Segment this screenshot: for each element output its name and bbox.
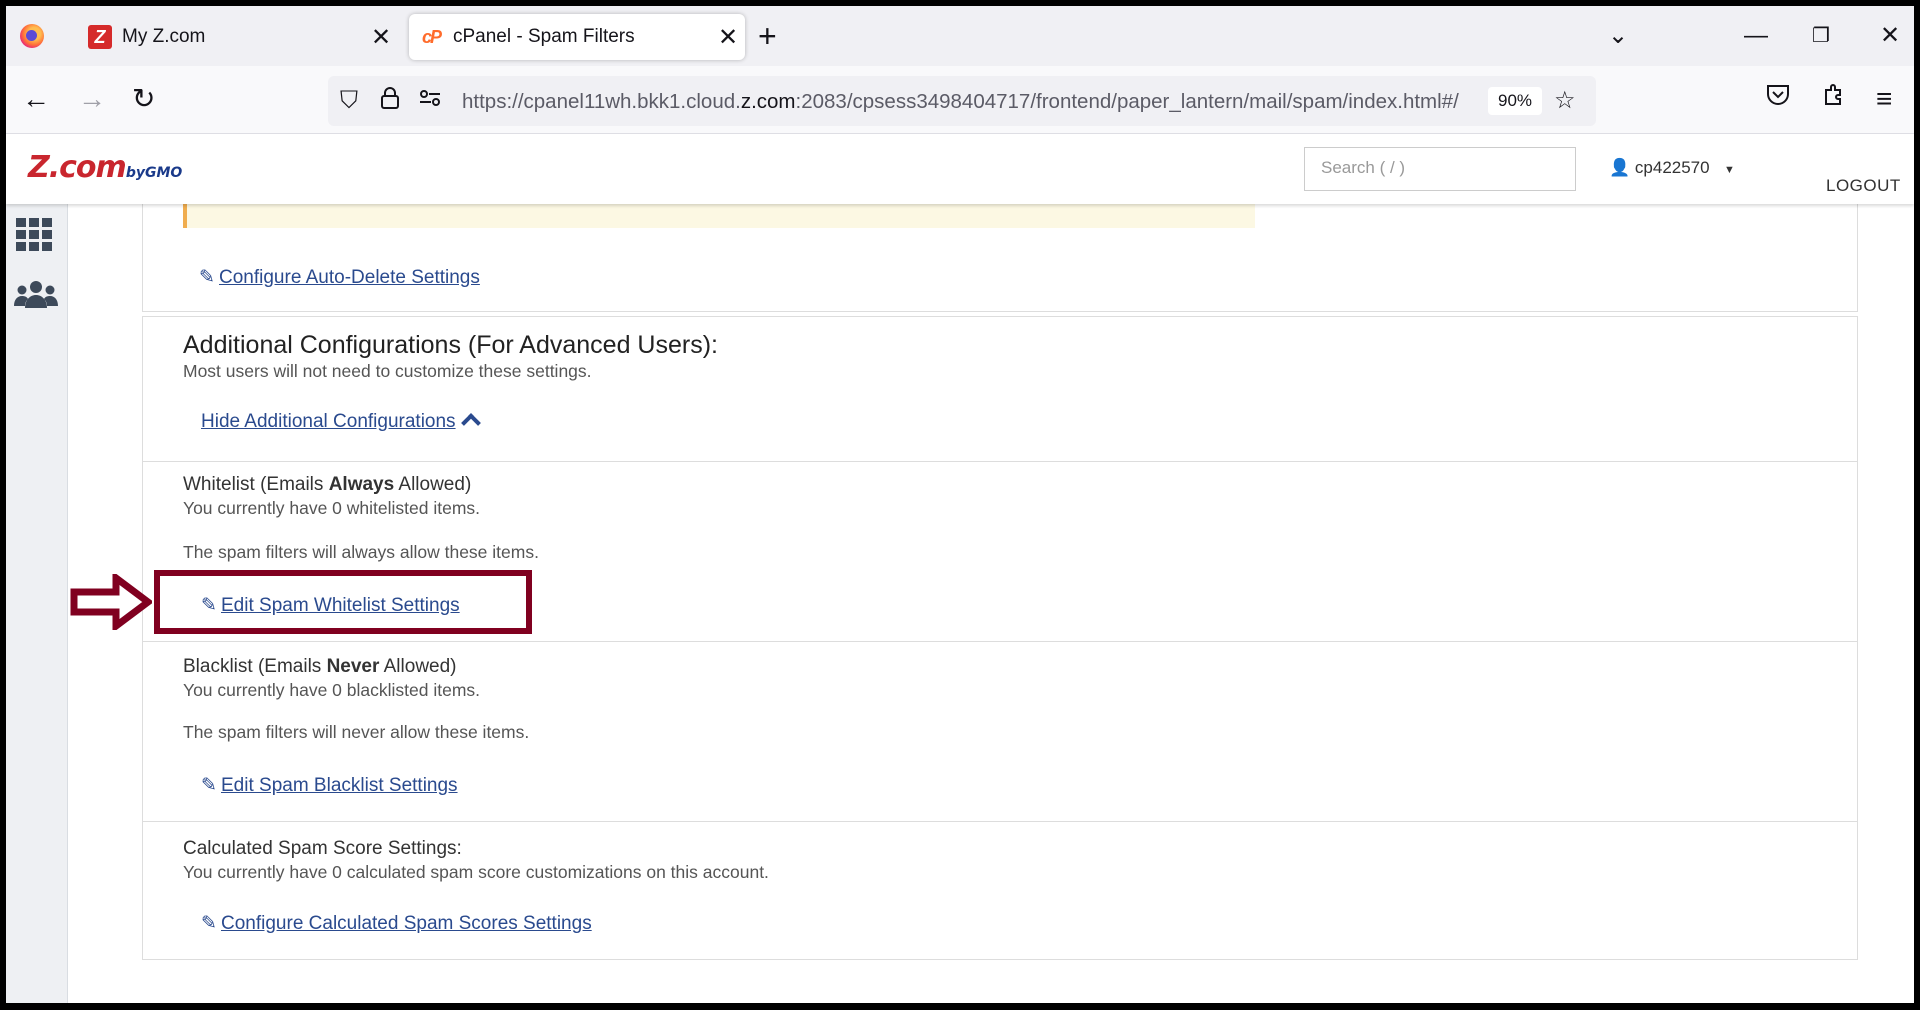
url-domain: z.com (740, 90, 796, 113)
blacklist-section: Blacklist (Emails Never Allowed) You cur… (143, 641, 1857, 821)
whitelist-title: Whitelist (Emails Always Allowed) (183, 474, 471, 496)
restore-icon[interactable]: ❐ (1812, 20, 1830, 52)
zoom-indicator[interactable]: 90% (1488, 87, 1542, 115)
extensions-icon[interactable] (1822, 82, 1846, 116)
additional-config-subtitle: Most users will not need to customize th… (183, 361, 592, 381)
browser-window: Z My Z.com ✕ cP cPanel - Spam Filters ✕ … (6, 6, 1914, 1003)
address-bar[interactable]: ⛉ https://cpanel11wh.bkk1.cloud.z.com:20… (328, 76, 1596, 126)
pocket-icon[interactable] (1766, 82, 1790, 116)
spam-score-section: Calculated Spam Score Settings: You curr… (143, 821, 1857, 961)
window-close-icon[interactable]: ✕ (1880, 20, 1900, 52)
configure-auto-delete-link[interactable]: ✎ Configure Auto-Delete Settings (199, 266, 480, 289)
menu-icon[interactable]: ≡ (1876, 82, 1892, 116)
close-icon[interactable]: ✕ (711, 23, 745, 52)
blacklist-count: You currently have 0 blacklisted items. (183, 680, 481, 700)
auto-delete-panel: ✎ Configure Auto-Delete Settings (142, 198, 1858, 312)
blacklist-title: Blacklist (Emails Never Allowed) (183, 656, 457, 678)
username: cp422570 (1634, 158, 1710, 177)
user-menu[interactable]: 👤 cp422570 (1609, 158, 1710, 178)
tab-bar: Z My Z.com ✕ cP cPanel - Spam Filters ✕ … (6, 6, 1914, 66)
back-icon[interactable]: ← (22, 82, 50, 116)
users-icon[interactable] (14, 278, 58, 310)
additional-config-panel: Additional Configurations (For Advanced … (142, 316, 1858, 960)
navigation-toolbar: ← → ↻ ⛉ https://cpanel11wh.bkk1.cloud.z.… (6, 66, 1914, 134)
close-icon[interactable]: ✕ (364, 23, 398, 52)
reload-icon[interactable]: ↻ (132, 82, 155, 116)
url-text[interactable]: https://cpanel11wh.bkk1.cloud.z.com:2083… (462, 90, 1462, 114)
brand-name: Z.com (28, 150, 127, 185)
forward-icon[interactable]: → (78, 82, 106, 116)
title-part: Allowed) (394, 474, 472, 495)
url-prefix: https://cpanel11wh.bkk1.cloud. (462, 90, 741, 113)
tab-title: My Z.com (122, 26, 206, 47)
logout-link[interactable]: LOGOUT (1826, 176, 1901, 196)
link-label: Configure Calculated Spam Scores Setting… (221, 913, 592, 934)
pencil-icon: ✎ (199, 267, 215, 288)
pencil-icon: ✎ (201, 775, 217, 796)
spam-score-count: You currently have 0 calculated spam sco… (183, 862, 769, 882)
chevron-up-icon (460, 413, 481, 433)
link-label: Configure Auto-Delete Settings (219, 267, 480, 288)
title-part: Blacklist (Emails (183, 656, 327, 677)
link-label: Edit Spam Blacklist Settings (221, 775, 458, 796)
caret-down-icon[interactable]: ▼ (1724, 164, 1735, 176)
annotation-highlight-box (154, 570, 532, 634)
sidebar (6, 204, 68, 1003)
tab-my-zcom[interactable]: Z My Z.com ✕ (78, 14, 398, 60)
firefox-icon[interactable] (20, 24, 44, 48)
lock-icon[interactable] (380, 86, 400, 118)
new-tab-button[interactable]: + (758, 20, 777, 52)
spam-score-title: Calculated Spam Score Settings: (183, 838, 462, 859)
whitelist-count: You currently have 0 whitelisted items. (183, 498, 481, 518)
apps-grid-icon[interactable] (16, 218, 52, 251)
user-icon: 👤 (1609, 158, 1631, 177)
title-part: Whitelist (Emails (183, 474, 329, 495)
title-emphasis: Never (326, 656, 380, 677)
brand-sub: byGMO (125, 165, 183, 181)
title-part: Allowed) (379, 656, 457, 677)
blacklist-description: The spam filters will never allow these … (183, 722, 530, 742)
edit-blacklist-link[interactable]: ✎ Edit Spam Blacklist Settings (201, 774, 458, 797)
brand-logo[interactable]: Z.combyGMO (28, 150, 182, 185)
tab-cpanel-spam-filters[interactable]: cP cPanel - Spam Filters ✕ (409, 14, 745, 60)
cpanel-header: Z.combyGMO Search ( / ) 👤 cp422570 ▼ LOG… (6, 134, 1914, 204)
title-emphasis: Always (328, 474, 395, 495)
annotation-arrow-icon (70, 574, 152, 630)
hide-additional-config-link[interactable]: Hide Additional Configurations (201, 411, 481, 433)
permissions-icon[interactable] (418, 86, 442, 118)
cpanel-logo-icon: cP (421, 26, 442, 47)
z-logo-icon: Z (88, 25, 112, 49)
additional-config-section: Additional Configurations (For Advanced … (143, 317, 1857, 461)
tracking-protection-icon[interactable]: ⛉ (340, 86, 358, 116)
pencil-icon: ✎ (201, 913, 217, 934)
configure-spam-scores-link[interactable]: ✎ Configure Calculated Spam Scores Settin… (201, 912, 592, 935)
minimize-icon[interactable]: — (1744, 20, 1768, 52)
list-all-tabs-icon[interactable]: ⌄ (1608, 20, 1628, 52)
bookmark-star-icon[interactable]: ☆ (1554, 86, 1576, 116)
whitelist-description: The spam filters will always allow these… (183, 542, 539, 562)
url-suffix: :2083/cpsess3498404717/frontend/paper_la… (795, 90, 1459, 113)
tab-title: cPanel - Spam Filters (453, 26, 635, 47)
search-input[interactable]: Search ( / ) (1304, 147, 1576, 191)
link-label: Hide Additional Configurations (201, 411, 456, 432)
additional-config-title: Additional Configurations (For Advanced … (183, 331, 718, 359)
